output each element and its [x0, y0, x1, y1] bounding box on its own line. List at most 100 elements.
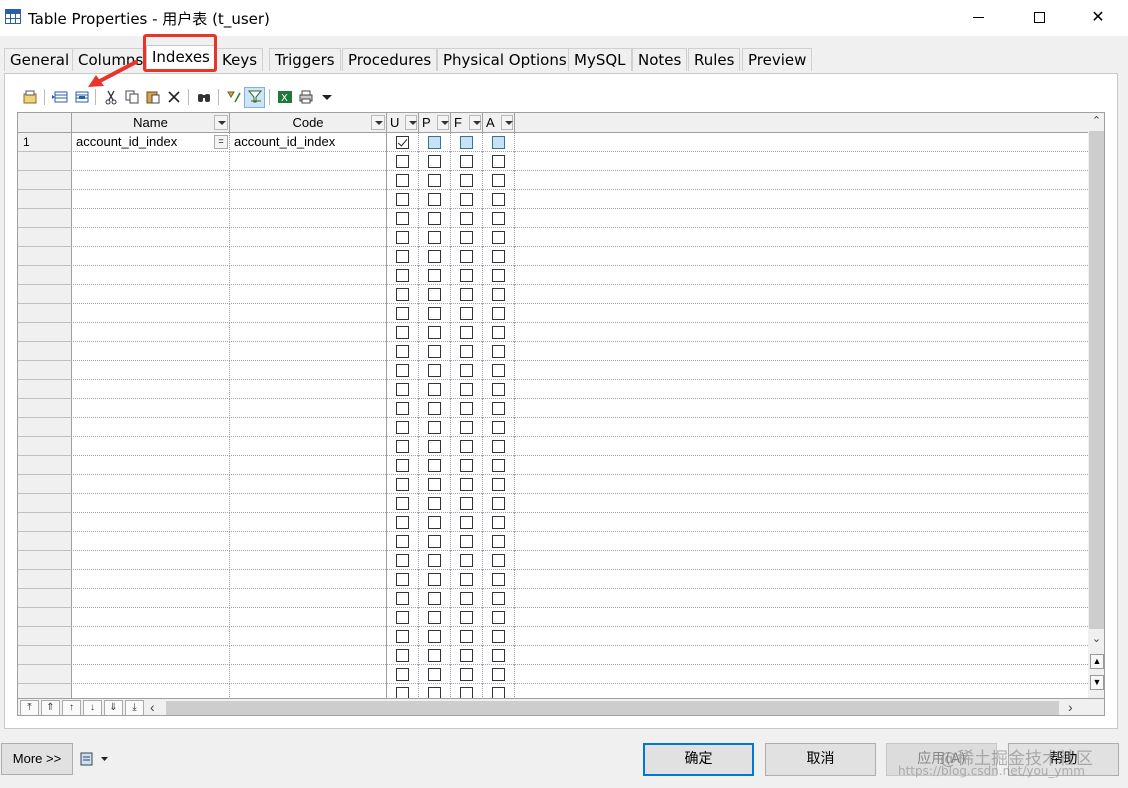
- index-code-cell[interactable]: [230, 380, 387, 399]
- f-checkbox[interactable]: [460, 212, 473, 225]
- table-row[interactable]: [18, 665, 1088, 684]
- row-number[interactable]: [18, 570, 72, 589]
- table-row[interactable]: [18, 551, 1088, 570]
- f-checkbox[interactable]: [460, 592, 473, 605]
- table-row[interactable]: [18, 304, 1088, 323]
- table-row[interactable]: [18, 437, 1088, 456]
- help-button[interactable]: 帮助: [1008, 743, 1119, 776]
- f-checkbox[interactable]: [460, 554, 473, 567]
- p-checkbox[interactable]: [428, 269, 441, 282]
- index-code-cell[interactable]: [230, 247, 387, 266]
- u-checkbox[interactable]: [396, 250, 409, 263]
- index-code-cell[interactable]: [230, 551, 387, 570]
- table-row[interactable]: [18, 608, 1088, 627]
- chevron-down-icon[interactable]: [469, 115, 481, 130]
- table-row[interactable]: [18, 418, 1088, 437]
- table-row[interactable]: [18, 380, 1088, 399]
- index-name-cell[interactable]: [72, 551, 230, 570]
- scroll-right-icon[interactable]: ›: [1068, 699, 1073, 715]
- index-name-cell[interactable]: [72, 646, 230, 665]
- move-page-down-icon[interactable]: ⇓: [104, 700, 123, 715]
- index-name-cell[interactable]: [72, 665, 230, 684]
- index-name-cell[interactable]: [72, 418, 230, 437]
- index-name-cell[interactable]: [72, 380, 230, 399]
- index-name-cell[interactable]: [72, 342, 230, 361]
- u-checkbox[interactable]: [396, 516, 409, 529]
- index-code-cell[interactable]: [230, 437, 387, 456]
- f-checkbox[interactable]: [460, 307, 473, 320]
- u-checkbox[interactable]: [396, 478, 409, 491]
- a-checkbox[interactable]: [492, 630, 505, 643]
- tab-rules[interactable]: Rules: [688, 48, 741, 71]
- a-checkbox[interactable]: [492, 421, 505, 434]
- p-checkbox[interactable]: [428, 421, 441, 434]
- index-name-cell[interactable]: [72, 209, 230, 228]
- index-name-cell[interactable]: [72, 513, 230, 532]
- chevron-down-icon[interactable]: [501, 115, 513, 130]
- a-checkbox[interactable]: [492, 516, 505, 529]
- a-checkbox[interactable]: [492, 478, 505, 491]
- vertical-scrollbar[interactable]: ⌃ ⌄ ▲ ▼: [1088, 113, 1104, 698]
- column-header-code[interactable]: Code: [230, 113, 387, 133]
- p-checkbox[interactable]: [428, 193, 441, 206]
- u-checkbox[interactable]: [396, 421, 409, 434]
- f-checkbox[interactable]: [460, 269, 473, 282]
- index-name-cell[interactable]: [72, 190, 230, 209]
- row-number[interactable]: [18, 532, 72, 551]
- a-checkbox[interactable]: [492, 193, 505, 206]
- row-number[interactable]: [18, 304, 72, 323]
- table-row[interactable]: [18, 646, 1088, 665]
- f-checkbox[interactable]: [460, 573, 473, 586]
- a-checkbox[interactable]: [492, 269, 505, 282]
- row-number[interactable]: [18, 646, 72, 665]
- f-checkbox[interactable]: [460, 383, 473, 396]
- table-row[interactable]: [18, 513, 1088, 532]
- row-number[interactable]: [18, 380, 72, 399]
- f-checkbox[interactable]: [460, 516, 473, 529]
- index-name-cell[interactable]: [72, 399, 230, 418]
- index-code-cell[interactable]: [230, 304, 387, 323]
- filter-icon[interactable]: [244, 86, 265, 108]
- page-up-icon[interactable]: ▲: [1090, 654, 1104, 669]
- index-name-cell[interactable]: [72, 152, 230, 171]
- u-checkbox[interactable]: [396, 649, 409, 662]
- p-checkbox[interactable]: [428, 288, 441, 301]
- index-name-cell[interactable]: [72, 323, 230, 342]
- row-number[interactable]: [18, 494, 72, 513]
- a-checkbox[interactable]: [492, 668, 505, 681]
- u-checkbox[interactable]: [396, 459, 409, 472]
- a-checkbox[interactable]: [492, 212, 505, 225]
- p-checkbox[interactable]: [428, 554, 441, 567]
- index-code-cell[interactable]: [230, 665, 387, 684]
- u-checkbox[interactable]: [396, 136, 409, 149]
- move-page-up-icon[interactable]: ⇑: [41, 700, 60, 715]
- row-number[interactable]: [18, 437, 72, 456]
- table-row[interactable]: [18, 152, 1088, 171]
- a-checkbox[interactable]: [492, 136, 505, 149]
- column-header-u[interactable]: U: [387, 113, 419, 133]
- p-checkbox[interactable]: [428, 402, 441, 415]
- u-checkbox[interactable]: [396, 611, 409, 624]
- f-checkbox[interactable]: [460, 402, 473, 415]
- p-checkbox[interactable]: [428, 155, 441, 168]
- u-checkbox[interactable]: [396, 554, 409, 567]
- index-code-cell[interactable]: [230, 513, 387, 532]
- row-number[interactable]: [18, 190, 72, 209]
- a-checkbox[interactable]: [492, 383, 505, 396]
- p-checkbox[interactable]: [428, 364, 441, 377]
- row-number[interactable]: [18, 247, 72, 266]
- paste-icon[interactable]: [142, 87, 163, 108]
- p-checkbox[interactable]: [428, 459, 441, 472]
- apply-button[interactable]: 应用(A): [886, 743, 997, 776]
- index-name-cell[interactable]: account_id_index =: [72, 133, 230, 152]
- move-down-icon[interactable]: ↓: [83, 700, 102, 715]
- a-checkbox[interactable]: [492, 592, 505, 605]
- column-header-f[interactable]: F: [451, 113, 483, 133]
- index-code-cell[interactable]: [230, 266, 387, 285]
- index-name-cell[interactable]: [72, 475, 230, 494]
- chevron-down-icon[interactable]: [214, 115, 228, 130]
- p-checkbox[interactable]: [428, 478, 441, 491]
- a-checkbox[interactable]: [492, 364, 505, 377]
- table-row[interactable]: [18, 285, 1088, 304]
- table-row[interactable]: [18, 399, 1088, 418]
